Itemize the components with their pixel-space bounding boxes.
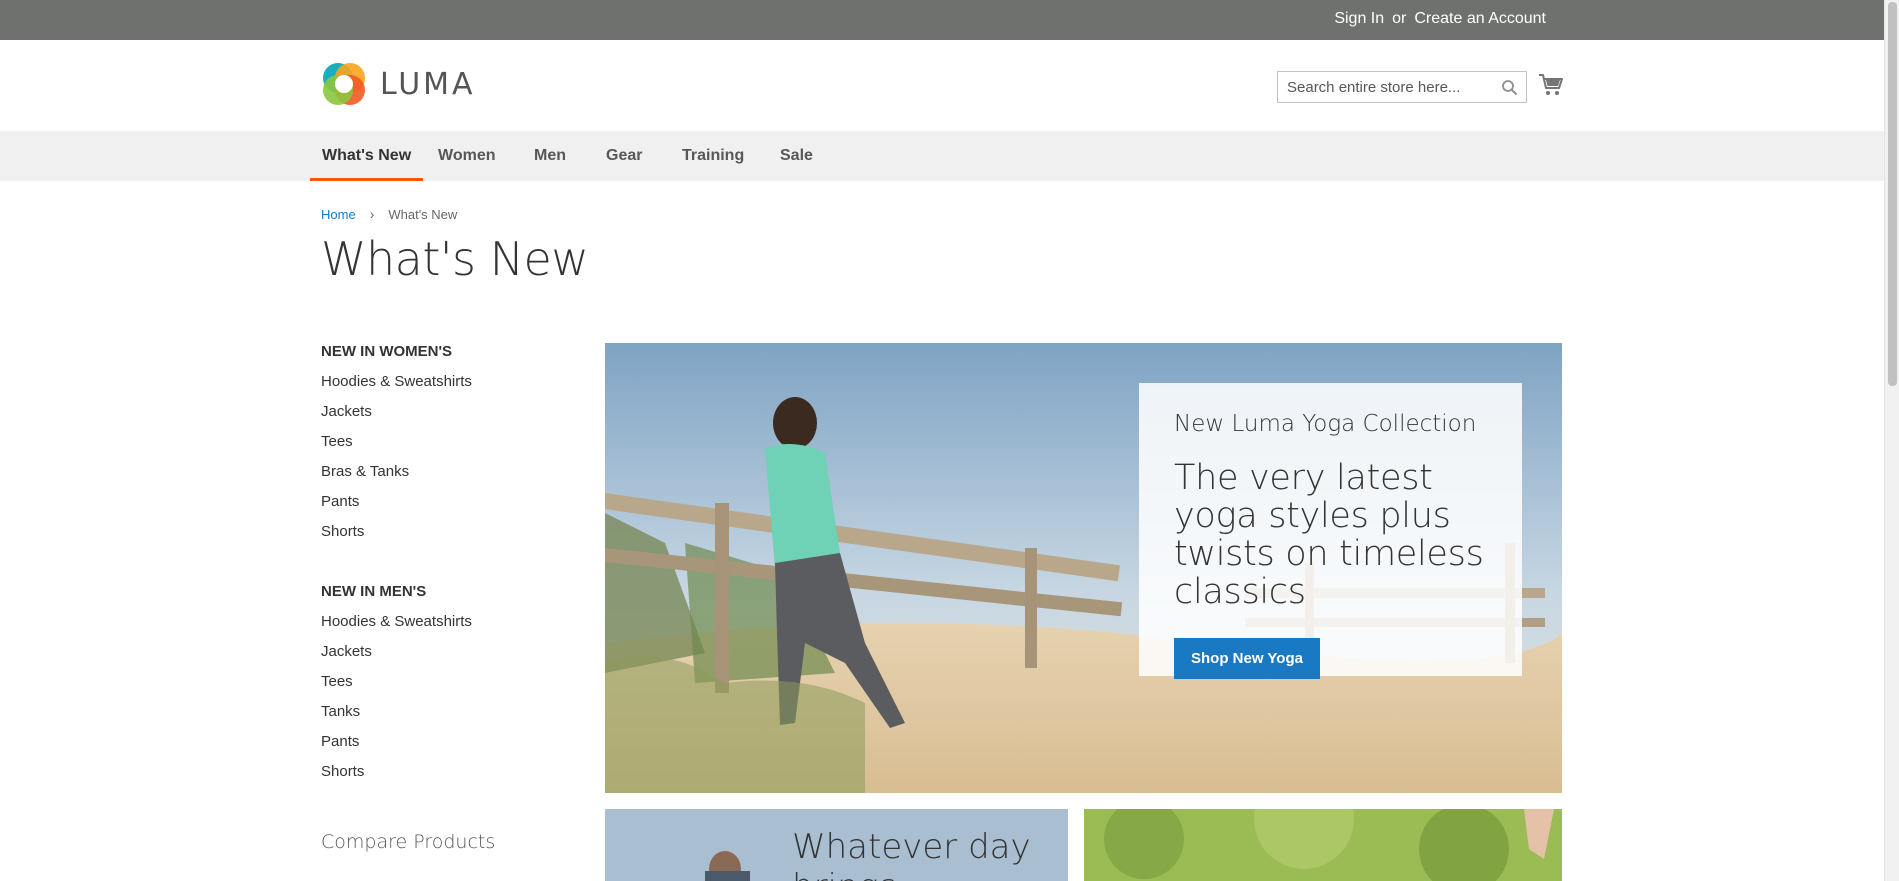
women-category-heading: NEW IN WOMEN'S: [321, 343, 453, 360]
sidebar-item-women-pants[interactable]: Pants: [321, 493, 359, 510]
breadcrumb-current: What's New: [388, 206, 458, 222]
promo-right-image: [1084, 809, 1562, 881]
list-item: Hoodies & Sweatshirts: [321, 370, 571, 400]
sidebar-item-men-pants[interactable]: Pants: [321, 733, 359, 750]
page-title: What's New: [321, 232, 589, 286]
women-category-group: NEW IN WOMEN'S Hoodies & Sweatshirts Jac…: [321, 340, 571, 550]
breadcrumb: Home › What's New: [321, 206, 457, 222]
search-icon[interactable]: [1501, 79, 1518, 96]
scrollbar-thumb[interactable]: [1888, 2, 1897, 386]
sidebar-item-women-tees[interactable]: Tees: [321, 433, 353, 450]
hero-content-box: New Luma Yoga Collection The very latest…: [1139, 383, 1522, 679]
list-item: Tees: [321, 670, 571, 700]
sidebar-item-women-hoodies[interactable]: Hoodies & Sweatshirts: [321, 373, 472, 390]
top-panel: Sign In or Create an Account: [0, 0, 1884, 40]
hero-title: The very latest yoga styles plus twists …: [1174, 458, 1484, 612]
hero-subtitle: New Luma Yoga Collection: [1174, 411, 1477, 437]
chevron-right-icon: ›: [369, 206, 375, 222]
sidebar-item-men-shorts[interactable]: Shorts: [321, 763, 364, 780]
search-input[interactable]: [1278, 72, 1526, 102]
list-item: Pants: [321, 490, 571, 520]
sign-in-link[interactable]: Sign In: [1334, 10, 1384, 28]
men-category-heading: NEW IN MEN'S: [321, 583, 427, 600]
men-category-group: NEW IN MEN'S Hoodies & Sweatshirts Jacke…: [321, 580, 571, 790]
list-item: Jackets: [321, 400, 571, 430]
nav-item-gear[interactable]: Gear: [606, 131, 642, 181]
sidebar-item-men-tees[interactable]: Tees: [321, 673, 353, 690]
luma-logo-icon: [321, 61, 367, 107]
nav-item-women[interactable]: Women: [438, 131, 495, 181]
hero-banner[interactable]: New Luma Yoga Collection The very latest…: [605, 343, 1562, 793]
or-text: or: [1392, 10, 1407, 27]
women-category-list: Hoodies & Sweatshirts Jackets Tees Bras …: [321, 370, 571, 550]
sidebar-item-men-jackets[interactable]: Jackets: [321, 643, 372, 660]
sidebar-item-women-bras-tanks[interactable]: Bras & Tanks: [321, 463, 409, 480]
sidebar-item-women-shorts[interactable]: Shorts: [321, 523, 364, 540]
shopping-cart-icon[interactable]: [1538, 73, 1564, 97]
list-item: Bras & Tanks: [321, 460, 571, 490]
header-links: Sign In or Create an Account: [1334, 10, 1546, 28]
sidebar-item-women-jackets[interactable]: Jackets: [321, 403, 372, 420]
nav-item-whats-new[interactable]: What's New: [310, 131, 424, 181]
list-item: Hoodies & Sweatshirts: [321, 610, 571, 640]
breadcrumb-home-link[interactable]: Home: [321, 207, 356, 222]
sidebar-item-men-hoodies[interactable]: Hoodies & Sweatshirts: [321, 613, 472, 630]
men-category-list: Hoodies & Sweatshirts Jackets Tees Tanks…: [321, 610, 571, 790]
logo-text: LUMA: [380, 66, 476, 102]
create-account-link[interactable]: Create an Account: [1414, 10, 1546, 28]
main-navigation: What's New Women Men Gear Training Sale: [0, 131, 1884, 181]
promo-block-left[interactable]: Whatever day brings: [605, 809, 1068, 881]
shop-new-yoga-button[interactable]: Shop New Yoga: [1174, 638, 1320, 679]
compare-products-title: Compare Products: [321, 831, 496, 853]
list-item: Pants: [321, 730, 571, 760]
sidebar-item-men-tanks[interactable]: Tanks: [321, 703, 360, 720]
nav-item-training[interactable]: Training: [682, 131, 744, 181]
promo-block-right[interactable]: [1084, 809, 1562, 881]
promo-left-text: Whatever day brings: [792, 827, 1031, 881]
list-item: Shorts: [321, 520, 571, 550]
page-scrollbar[interactable]: [1884, 0, 1899, 881]
list-item: Tees: [321, 430, 571, 460]
sidebar: NEW IN WOMEN'S Hoodies & Sweatshirts Jac…: [321, 340, 571, 790]
list-item: Tanks: [321, 700, 571, 730]
list-item: Jackets: [321, 640, 571, 670]
search-box: [1277, 71, 1527, 103]
logo[interactable]: LUMA: [321, 61, 476, 107]
list-item: Shorts: [321, 760, 571, 790]
nav-item-sale[interactable]: Sale: [780, 131, 813, 181]
nav-item-men[interactable]: Men: [534, 131, 566, 181]
